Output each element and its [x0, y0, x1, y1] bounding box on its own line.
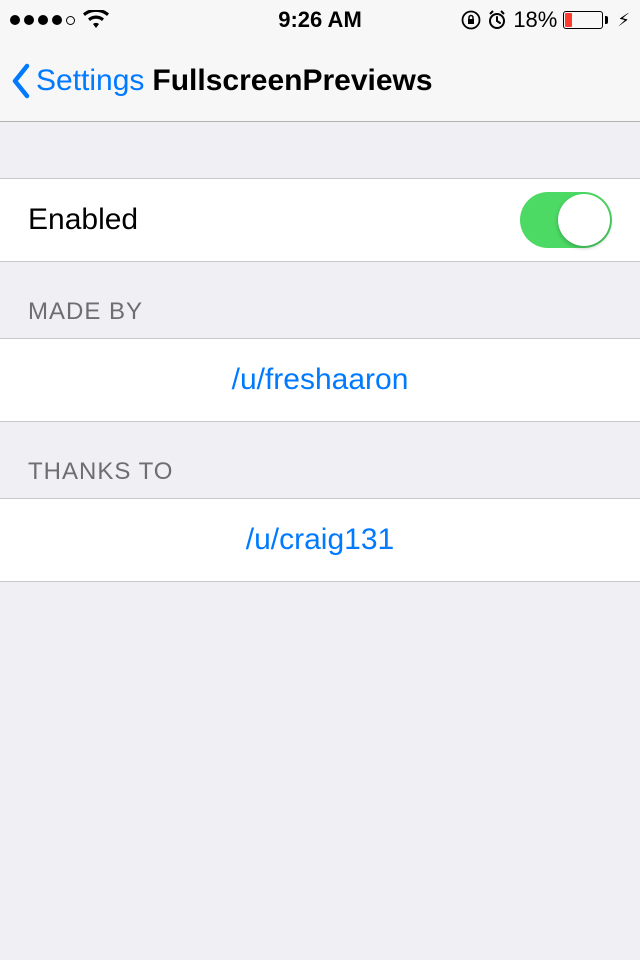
- alarm-icon: [487, 10, 507, 30]
- thanks-to-link: /u/craig131: [246, 523, 394, 557]
- thanks-to-cell[interactable]: /u/craig131: [0, 498, 640, 582]
- status-bar: 9:26 AM 18% ⚡︎: [0, 0, 640, 40]
- enabled-toggle[interactable]: [520, 192, 612, 248]
- made-by-link: /u/freshaaron: [232, 363, 409, 397]
- page-title: FullscreenPreviews: [152, 64, 432, 98]
- signal-strength-icon: [10, 15, 75, 25]
- back-button[interactable]: Settings: [10, 63, 144, 99]
- back-label: Settings: [36, 64, 144, 98]
- section-gap: [0, 122, 640, 178]
- charging-icon: ⚡︎: [617, 10, 630, 31]
- nav-bar: Settings FullscreenPreviews: [0, 40, 640, 122]
- wifi-icon: [83, 10, 109, 30]
- switch-knob: [558, 194, 610, 246]
- battery-percentage: 18%: [513, 7, 557, 33]
- status-left: [10, 10, 109, 30]
- status-time: 9:26 AM: [278, 7, 362, 33]
- battery-icon: [563, 10, 609, 30]
- made-by-header: MADE BY: [0, 262, 640, 338]
- status-right: 18% ⚡︎: [461, 7, 630, 33]
- orientation-lock-icon: [461, 10, 481, 30]
- enabled-label: Enabled: [28, 203, 138, 237]
- enabled-cell: Enabled: [0, 178, 640, 262]
- chevron-left-icon: [10, 63, 32, 99]
- made-by-cell[interactable]: /u/freshaaron: [0, 338, 640, 422]
- thanks-to-header: THANKS TO: [0, 422, 640, 498]
